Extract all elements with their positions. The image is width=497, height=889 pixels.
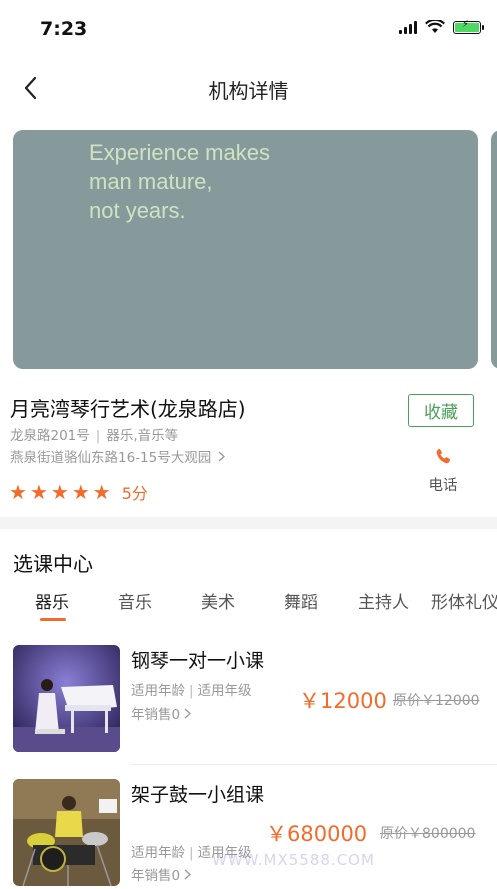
star-icon: ★ [50, 480, 69, 504]
course-item[interactable]: 钢琴一对一小课 适用年龄 | 适用年级 年销售0 ￥12000 原价￥12000 [0, 645, 497, 755]
org-address: 燕泉街道骆仙东路16-15号大观园 [10, 450, 212, 466]
course-age: 适用年龄 [131, 845, 185, 861]
battery-icon: ⚡ [453, 19, 484, 34]
tab-dance[interactable]: 舞蹈 [284, 588, 318, 613]
divider: | [189, 845, 194, 861]
course-original-price: 原价￥12000 [393, 693, 480, 709]
banner-text: Experience makes man mature, not years. [89, 140, 270, 223]
course-grade: 适用年级 [197, 683, 252, 699]
tab-art[interactable]: 美术 [201, 588, 235, 613]
course-name: 架子鼓一小组课 [131, 784, 265, 806]
phone-icon [436, 448, 451, 464]
section-title: 选课中心 [13, 552, 93, 576]
divider: | [189, 683, 194, 699]
star-icon: ★ [29, 480, 48, 504]
course-image [13, 645, 120, 752]
course-price: ￥680000 [266, 822, 368, 846]
row-divider [130, 764, 497, 765]
wifi-icon [425, 20, 445, 33]
star-icon: ★ [9, 480, 27, 504]
course-sales: 年销售0 [131, 864, 192, 884]
chevron-right-icon [184, 869, 192, 880]
active-tab-indicator [40, 618, 66, 621]
course-age: 适用年龄 [131, 683, 185, 699]
section-divider [0, 517, 497, 529]
chevron-right-icon [218, 451, 225, 462]
phone-button[interactable]: 电话 [420, 446, 466, 495]
org-meta: 龙泉路201号 | 器乐,音乐等 [10, 424, 178, 444]
course-sales-text: 年销售0 [131, 707, 181, 723]
tab-music[interactable]: 音乐 [118, 588, 152, 613]
banner-next-image[interactable] [491, 130, 497, 369]
course-sales: 年销售0 [131, 703, 192, 723]
chevron-right-icon [184, 708, 192, 719]
rating-score: 5分 [121, 484, 148, 503]
course-image [13, 779, 120, 886]
tab-host[interactable]: 主持人 [358, 588, 409, 613]
star-icon: ★ [71, 480, 90, 504]
org-categories: 器乐,音乐等 [106, 428, 179, 444]
status-time: 7:23 [40, 18, 88, 40]
course-sales-text: 年销售0 [131, 868, 181, 884]
course-item[interactable]: 架子鼓一小组课 适用年龄 | 适用年级 年销售0 ￥680000 原价￥800000 [0, 779, 497, 889]
star-icon: ★ [92, 480, 111, 504]
course-price: ￥12000 [299, 689, 387, 713]
course-tags: 适用年龄 | 适用年级 [131, 679, 252, 699]
signal-icon [399, 20, 417, 34]
tab-instrument[interactable]: 器乐 [35, 588, 69, 613]
divider: | [95, 428, 101, 444]
course-name: 钢琴一对一小课 [131, 650, 265, 672]
watermark: WWW.MX5588.COM [212, 851, 375, 869]
rating: ★ ★ ★ ★ ★ 5分 [9, 480, 148, 504]
phone-label: 电话 [428, 478, 458, 494]
favorite-button[interactable]: 收藏 [408, 394, 474, 427]
org-address-link[interactable]: 燕泉街道骆仙东路16-15号大观园 [10, 446, 225, 466]
course-original-price: 原价￥800000 [380, 826, 476, 842]
nav-bar: 机构详情 [0, 60, 497, 118]
category-tabs: 器乐 音乐 美术 舞蹈 主持人 形体礼仪 [0, 588, 497, 628]
tab-etiquette[interactable]: 形体礼仪 [431, 588, 497, 613]
page-title: 机构详情 [208, 79, 289, 103]
banner-image[interactable]: Experience makes man mature, not years. [13, 130, 478, 369]
status-bar: 7:23 ⚡ [0, 0, 497, 60]
org-street: 龙泉路201号 [10, 428, 90, 444]
org-name: 月亮湾琴行艺术(龙泉路店) [10, 397, 246, 421]
status-icons: ⚡ [399, 19, 484, 34]
